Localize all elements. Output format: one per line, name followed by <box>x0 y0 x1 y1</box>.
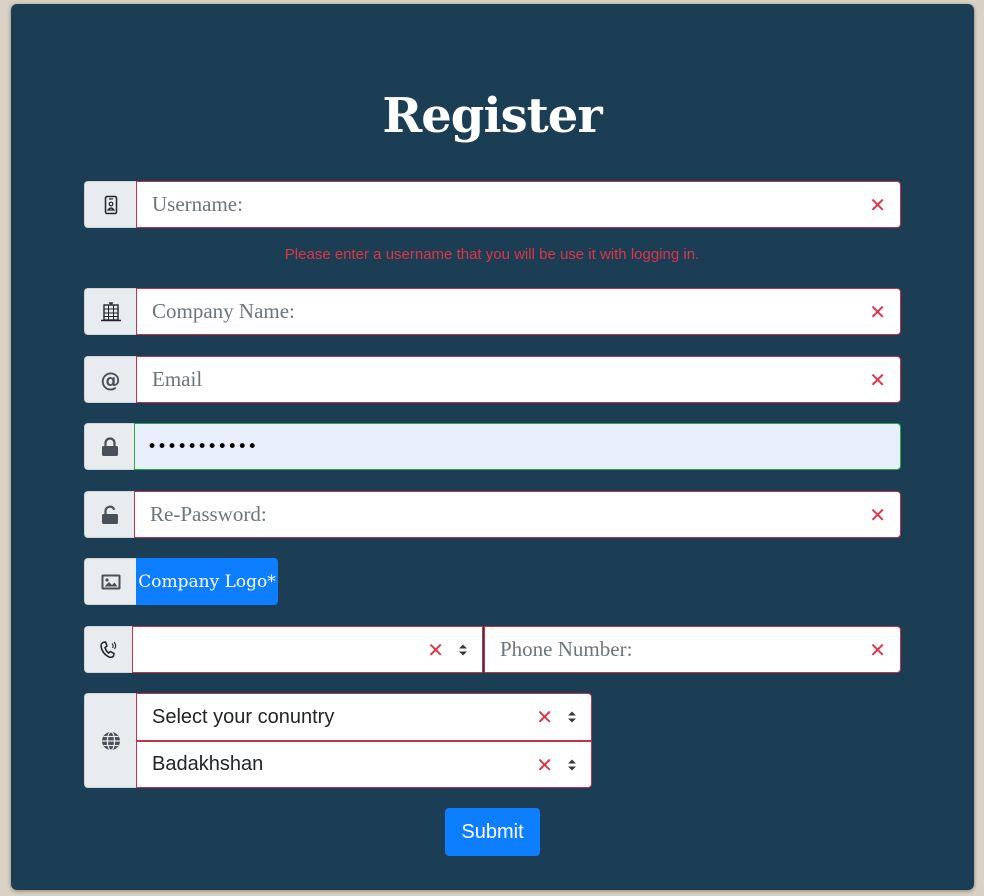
page-title: Register <box>382 88 602 144</box>
select-arrows-icon <box>459 644 467 655</box>
phone-number-input[interactable]: Phone Number: ✕ <box>484 626 901 673</box>
email-addon: @ <box>84 356 136 403</box>
company-name-input[interactable]: Company Name: ✕ <box>136 288 901 335</box>
company-name-placeholder: Company Name: <box>152 299 295 323</box>
image-icon <box>101 574 120 589</box>
company-addon <box>84 288 136 335</box>
region-select[interactable]: Badakhshan ✕ <box>136 741 592 788</box>
username-addon <box>84 181 136 228</box>
password-input[interactable]: ••••••••••• <box>134 423 901 470</box>
invalid-x-icon: ✕ <box>869 299 886 324</box>
re-password-group: Re-Password: ✕ <box>84 491 901 538</box>
email-group: @ Email ✕ <box>84 356 901 403</box>
invalid-x-icon: ✕ <box>869 637 886 662</box>
password-addon <box>84 423 134 470</box>
invalid-x-icon: ✕ <box>869 192 886 217</box>
id-badge-icon <box>104 195 117 214</box>
re-password-input[interactable]: Re-Password: ✕ <box>134 491 901 538</box>
company-logo-button[interactable]: Company Logo* <box>136 558 278 605</box>
company-name-group: Company Name: ✕ <box>84 288 901 335</box>
phone-vibrate-icon <box>99 640 116 658</box>
select-arrows-icon <box>568 759 576 770</box>
invalid-x-icon: ✕ <box>536 752 553 777</box>
password-group: ••••••••••• <box>84 423 901 470</box>
email-input[interactable]: Email ✕ <box>136 356 901 403</box>
location-group: Select your conuntry ✕ Badakhshan ✕ <box>84 693 592 788</box>
country-selected: Select your conuntry <box>152 705 335 728</box>
invalid-x-icon: ✕ <box>536 705 553 729</box>
phone-group: ✕ Phone Number: ✕ <box>84 626 901 673</box>
phone-code-select[interactable]: ✕ <box>132 626 483 673</box>
invalid-x-icon: ✕ <box>427 637 444 662</box>
re-password-placeholder: Re-Password: <box>150 502 267 526</box>
unlock-icon <box>101 505 118 524</box>
username-placeholder: Username: <box>152 192 243 216</box>
logo-addon <box>84 558 136 605</box>
company-logo-group: Company Logo* <box>84 558 278 605</box>
submit-button[interactable]: Submit <box>445 808 540 856</box>
lock-icon <box>101 436 118 456</box>
globe-icon <box>101 730 120 751</box>
username-feedback: Please enter a username that you will be… <box>284 246 700 263</box>
building-icon <box>100 301 121 321</box>
username-input[interactable]: Username: ✕ <box>136 181 901 228</box>
at-sign-icon: @ <box>100 367 121 392</box>
select-arrows-icon <box>568 711 576 723</box>
username-group: Username: ✕ <box>84 181 901 228</box>
country-addon <box>84 693 136 788</box>
invalid-x-icon: ✕ <box>869 367 886 392</box>
phone-number-placeholder: Phone Number: <box>500 637 633 661</box>
re-password-addon <box>84 491 134 538</box>
invalid-x-icon: ✕ <box>869 502 886 527</box>
country-select[interactable]: Select your conuntry ✕ <box>136 693 592 741</box>
email-placeholder: Email <box>152 367 203 391</box>
phone-addon <box>84 626 132 673</box>
region-selected: Badakhshan <box>152 753 264 775</box>
password-value: ••••••••••• <box>147 436 258 457</box>
